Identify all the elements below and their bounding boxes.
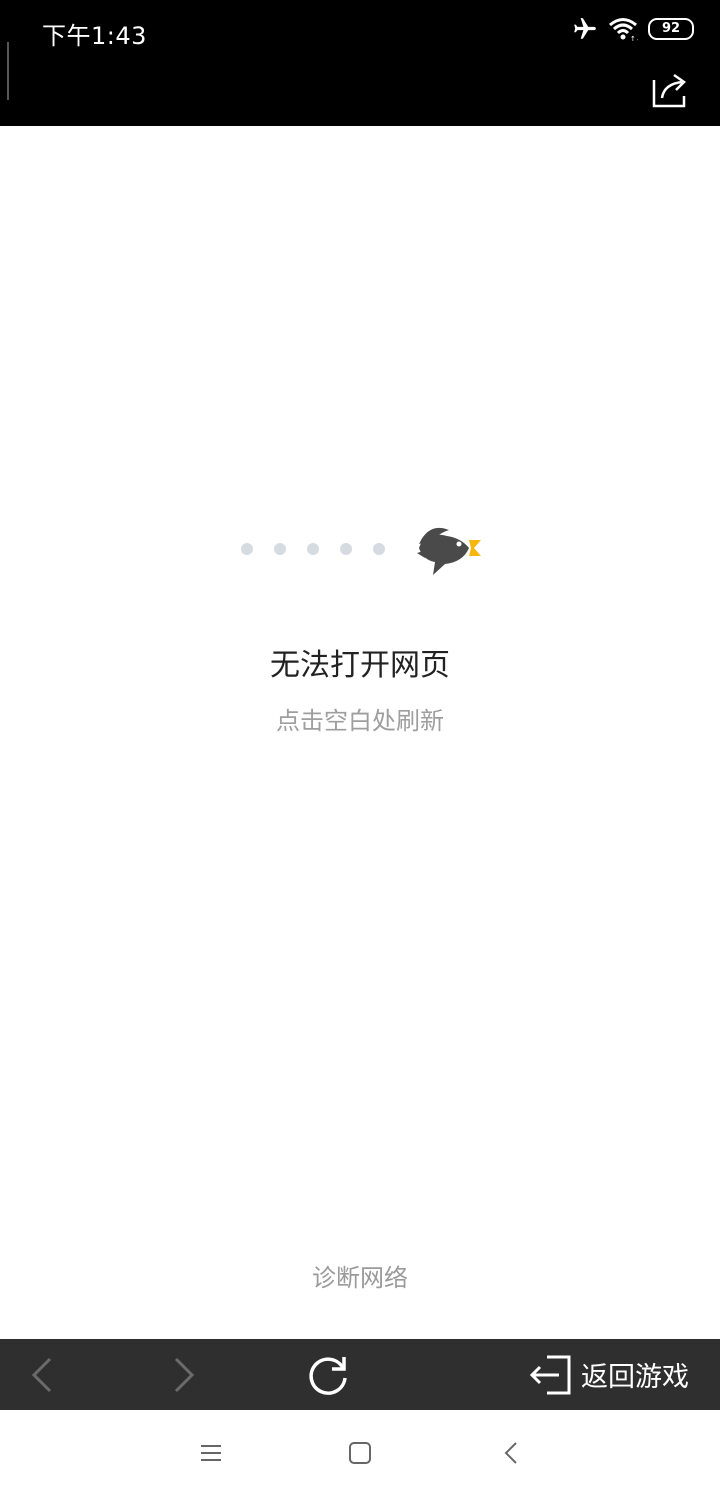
return-to-game-button[interactable]: 返回游戏 (518, 1339, 698, 1410)
battery-level: 92 (661, 21, 681, 36)
diagnose-network-link[interactable]: 诊断网络 (0, 1258, 720, 1293)
dot (274, 543, 286, 555)
back-icon (31, 1357, 52, 1392)
dot (340, 543, 352, 555)
browser-toolbar: 返回游戏 (0, 1339, 720, 1410)
status-bar: 下午1:43 ↑↓ 92 (0, 0, 720, 126)
dot (241, 543, 253, 555)
refresh-button[interactable] (302, 1339, 354, 1410)
loading-illustration (241, 527, 481, 575)
refresh-icon (309, 1356, 347, 1395)
edge-handle[interactable] (7, 42, 9, 100)
status-icons: ↑↓ 92 (572, 16, 694, 42)
menu-icon[interactable] (196, 1438, 226, 1468)
wifi-icon: ↑↓ (609, 18, 638, 42)
exit-icon (529, 1355, 571, 1394)
forward-icon (174, 1357, 195, 1392)
system-nav-bar (0, 1410, 720, 1496)
nav-back-icon[interactable] (497, 1438, 527, 1468)
battery-icon: 92 (648, 18, 694, 40)
airplane-icon (574, 18, 596, 39)
forward-button[interactable] (164, 1339, 204, 1410)
home-icon[interactable] (345, 1438, 375, 1468)
refresh-hint[interactable]: 点击空白处刷新 (0, 701, 720, 736)
svg-text:↑↓: ↑↓ (630, 35, 638, 42)
return-to-game-label: 返回游戏 (581, 1362, 689, 1393)
dot (373, 543, 385, 555)
bird-icon (417, 527, 481, 575)
back-button[interactable] (22, 1339, 62, 1410)
dot (307, 543, 319, 555)
status-time: 下午1:43 (42, 22, 147, 50)
share-icon[interactable] (650, 70, 690, 110)
error-title: 无法打开网页 (270, 648, 450, 683)
